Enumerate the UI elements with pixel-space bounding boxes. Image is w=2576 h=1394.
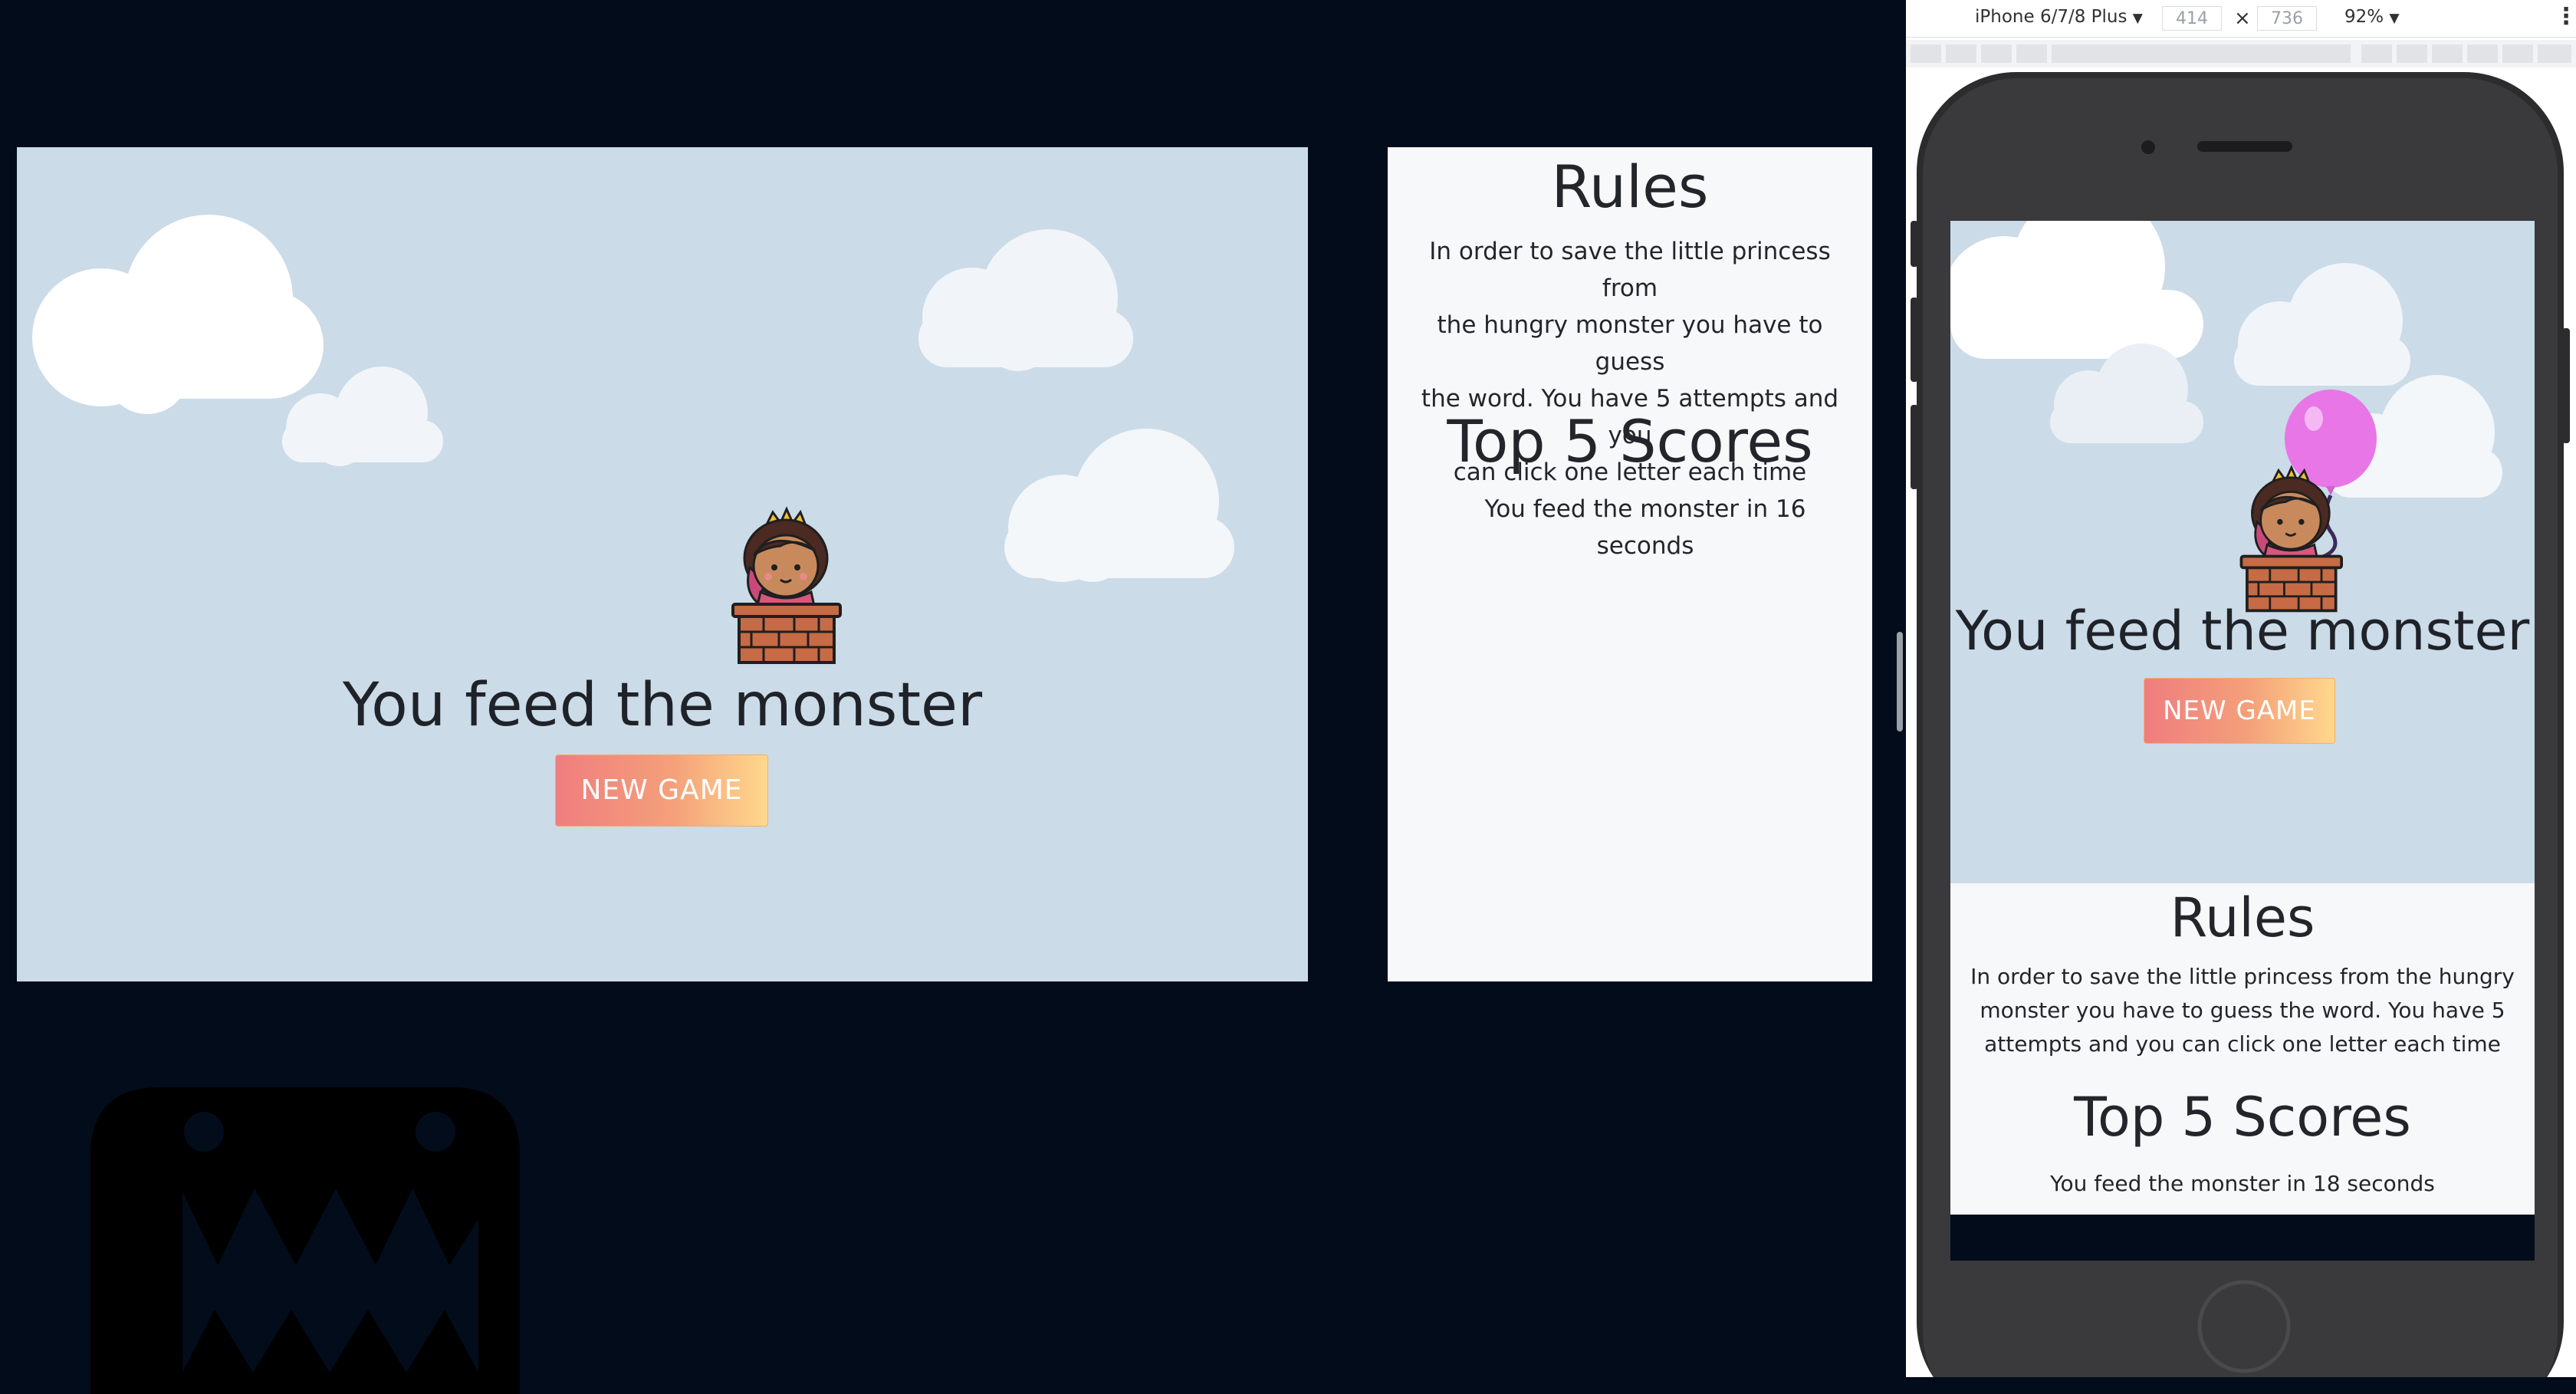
monster-silhouette-icon [90, 1087, 520, 1394]
device-name: iPhone 6/7/8 Plus [1975, 7, 2128, 27]
chevron-down-icon: ▼ [2389, 11, 2400, 26]
score-entry: You feed the monster in 16 seconds [1464, 491, 1826, 564]
score-line: seconds [1596, 532, 1694, 560]
phone-new-game-button[interactable]: NEW GAME [2144, 678, 2335, 744]
rules-line: attempts and you can click one letter ea… [1984, 1031, 2501, 1057]
new-game-button[interactable]: NEW GAME [555, 755, 768, 827]
more-vertical-icon[interactable]: ⋮ [2555, 3, 2576, 30]
cloud-icon [2050, 344, 2203, 443]
princess-icon [2239, 465, 2343, 613]
phone-rules-description: In order to save the little princess fro… [1958, 960, 2527, 1061]
score-line: You feed the monster in 16 [1484, 495, 1806, 523]
media-query-ruler[interactable] [1906, 40, 2576, 67]
phone-rules-panel: Rules In order to save the little prince… [1950, 883, 2535, 1215]
phone-screen: You feed the monster NEW GAME Rules In o… [1950, 221, 2535, 1261]
rules-line: the hungry monster you have to guess [1437, 311, 1823, 376]
cloud-icon [918, 229, 1133, 371]
cloud-icon [1004, 429, 1234, 582]
chevron-down-icon: ▼ [2132, 11, 2143, 26]
phone-scores-title: Top 5 Scores [2074, 1086, 2411, 1149]
zoom-value: 92% [2344, 7, 2384, 27]
phone-result-message: You feed the monster [1955, 600, 2530, 662]
rules-line: monster you have to guess the word. You … [1980, 998, 2505, 1023]
zoom-select[interactable]: 92% ▼ [2344, 7, 2400, 27]
rules-line: In order to save the little princess fro… [1970, 964, 2515, 989]
game-result-message: You feed the monster [342, 671, 983, 740]
princess-icon [731, 506, 842, 664]
phone-monster-strip [1950, 1215, 2535, 1261]
rules-line: In order to save the little princess fro… [1429, 238, 1831, 302]
rules-title: Rules [1551, 153, 1709, 221]
rules-panel: Rules In order to save the little prince… [1388, 147, 1872, 981]
phone-score-entry: You feed the monster in 18 seconds [2050, 1171, 2435, 1196]
width-input[interactable]: 414 [2162, 6, 2222, 31]
scores-title: Top 5 Scores [1447, 407, 1813, 475]
height-input[interactable]: 736 [2257, 6, 2317, 31]
device-toolbar: iPhone 6/7/8 Plus ▼ 414 × 736 92% ▼ ⋮ [1906, 0, 2576, 38]
times-icon: × [2234, 7, 2251, 30]
panel-resize-handle[interactable] [1897, 632, 1903, 732]
phone-rules-title: Rules [2170, 886, 2315, 949]
game-panel: You feed the monster NEW GAME [17, 147, 1308, 981]
cloud-icon [282, 367, 443, 466]
device-select[interactable]: iPhone 6/7/8 Plus ▼ [1975, 7, 2143, 27]
